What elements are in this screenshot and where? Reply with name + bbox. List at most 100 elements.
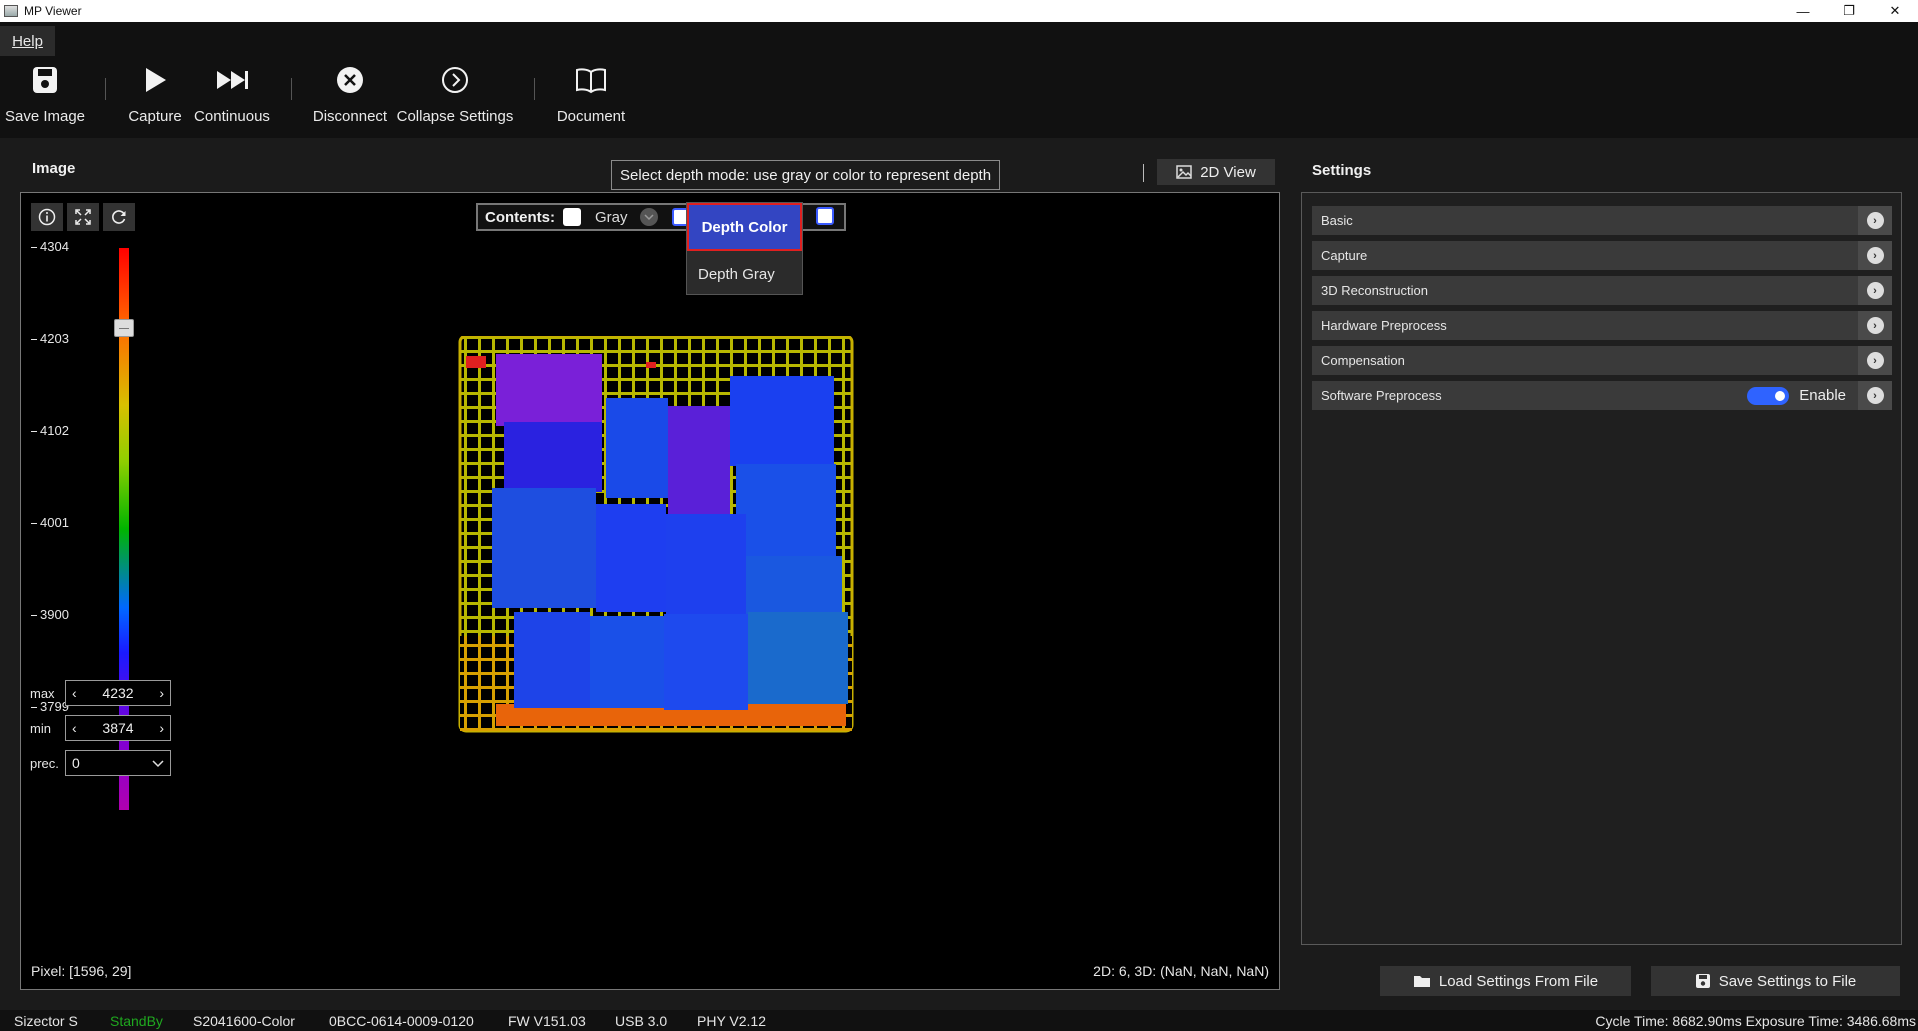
- settings-section-basic[interactable]: Basic ›: [1312, 206, 1892, 235]
- gray-label: Gray: [595, 208, 628, 226]
- image-panel[interactable]: Contents: Gray Depth Color Depth Gray 43…: [20, 192, 1280, 990]
- depth-image: [458, 336, 854, 733]
- scale-tick: 4001: [31, 515, 69, 530]
- toolbar-separator: [105, 78, 106, 100]
- scale-tick: 3900: [31, 607, 69, 622]
- contents-label: Contents:: [485, 208, 555, 226]
- load-settings-button[interactable]: Load Settings From File: [1380, 966, 1631, 996]
- image-icon: [1176, 165, 1192, 179]
- depth-mode-chevron-icon[interactable]: [816, 207, 834, 225]
- info-icon[interactable]: [31, 203, 63, 231]
- status-camera: Sizector S: [14, 1013, 78, 1029]
- chevron-down-icon: [152, 755, 164, 771]
- scale-tick: 4102: [31, 423, 69, 438]
- save-image-label: Save Image: [4, 108, 86, 125]
- coord-info: 2D: 6, 3D: (NaN, NaN, NaN): [1093, 963, 1269, 979]
- image-panel-title: Image: [32, 160, 76, 177]
- scale-tick: 4203: [31, 331, 69, 346]
- expand-icon[interactable]: ›: [1858, 276, 1892, 305]
- disconnect-label: Disconnect: [312, 108, 388, 125]
- toolbar-separator: [534, 78, 535, 100]
- save-image-button[interactable]: Save Image: [4, 56, 86, 138]
- settings-section-label: Hardware Preprocess: [1321, 318, 1447, 333]
- expand-icon[interactable]: ›: [1858, 241, 1892, 270]
- settings-section-compensation[interactable]: Compensation ›: [1312, 346, 1892, 375]
- enable-toggle[interactable]: [1747, 386, 1790, 405]
- gray-chevron-down-icon[interactable]: [639, 208, 658, 226]
- settings-title: Settings: [1312, 162, 1372, 179]
- settings-section-label: Basic: [1321, 213, 1353, 228]
- book-icon: [575, 56, 607, 104]
- settings-section-software-preprocess[interactable]: Software Preprocess Enable ›: [1312, 381, 1892, 410]
- status-fw: FW V151.03: [508, 1013, 586, 1029]
- save-icon: [31, 56, 59, 104]
- chevron-right-circle-icon: [441, 56, 469, 104]
- continuous-button[interactable]: Continuous: [193, 56, 271, 138]
- capture-button[interactable]: Capture: [126, 56, 184, 138]
- header-separator: [1143, 164, 1144, 182]
- expand-icon[interactable]: ›: [1858, 346, 1892, 375]
- enable-label: Enable: [1799, 387, 1846, 404]
- settings-section-label: Software Preprocess: [1321, 388, 1442, 403]
- refresh-icon[interactable]: [103, 203, 135, 231]
- dropdown-option-depth-gray[interactable]: Depth Gray: [687, 253, 802, 295]
- expand-icon[interactable]: ›: [1858, 311, 1892, 340]
- document-label: Document: [556, 108, 626, 125]
- settings-section-label: Compensation: [1321, 353, 1405, 368]
- collapse-settings-label: Collapse Settings: [396, 108, 514, 125]
- expand-icon[interactable]: ›: [1858, 381, 1892, 410]
- title-bar: MP Viewer — ❐ ✕: [0, 0, 1918, 22]
- document-button[interactable]: Document: [555, 56, 627, 138]
- continuous-label: Continuous: [194, 108, 270, 125]
- folder-icon: [1413, 976, 1430, 987]
- play-icon: [142, 56, 168, 104]
- image-tools: [31, 203, 135, 231]
- status-timing: Cycle Time: 8682.90ms Exposure Time: 348…: [1595, 1013, 1916, 1029]
- settings-section-label: Capture: [1321, 248, 1368, 263]
- view-2d-button[interactable]: 2D View: [1157, 159, 1275, 185]
- settings-section-capture[interactable]: Capture ›: [1312, 241, 1892, 270]
- expand-icon[interactable]: ›: [1858, 206, 1892, 235]
- status-bar: Sizector S StandBy S2041600-Color 0BCC-0…: [0, 1010, 1918, 1031]
- menu-bar: Help: [0, 22, 1918, 56]
- precision-label: prec.: [30, 756, 59, 771]
- view-2d-label: 2D View: [1200, 163, 1256, 181]
- window-title: MP Viewer: [24, 4, 82, 18]
- minimize-button[interactable]: —: [1780, 0, 1826, 22]
- dropdown-option-depth-color[interactable]: Depth Color: [687, 203, 802, 251]
- min-spinbox[interactable]: ‹ 3874 ›: [65, 715, 171, 741]
- disconnect-button[interactable]: Disconnect: [312, 56, 388, 138]
- pixel-info: Pixel: [1596, 29]: [31, 963, 132, 979]
- status-id: 0BCC-0614-0009-0120: [329, 1013, 474, 1029]
- restore-button[interactable]: ❐: [1826, 0, 1872, 22]
- max-spinbox[interactable]: ‹ 4232 ›: [65, 680, 171, 706]
- increment-icon[interactable]: ›: [159, 685, 164, 701]
- disconnect-icon: [336, 56, 364, 104]
- status-usb: USB 3.0: [615, 1013, 668, 1029]
- settings-section-3d-reconstruction[interactable]: 3D Reconstruction ›: [1312, 276, 1892, 305]
- min-value: 3874: [102, 720, 134, 736]
- app-icon: [4, 5, 18, 17]
- max-value: 4232: [102, 685, 134, 701]
- collapse-settings-button[interactable]: Collapse Settings: [396, 56, 514, 138]
- depth-mode-dropdown[interactable]: Depth Color Depth Gray: [686, 202, 803, 295]
- max-range-handle[interactable]: [114, 319, 134, 337]
- fit-to-window-icon[interactable]: [67, 203, 99, 231]
- capture-label: Capture: [128, 108, 182, 125]
- status-state: StandBy: [110, 1013, 163, 1029]
- settings-section-hardware-preprocess[interactable]: Hardware Preprocess ›: [1312, 311, 1892, 340]
- gray-checkbox[interactable]: [563, 208, 581, 226]
- save-settings-button[interactable]: Save Settings to File: [1651, 966, 1900, 996]
- decrement-icon[interactable]: ‹: [72, 720, 77, 736]
- status-phy: PHY V2.12: [697, 1013, 767, 1029]
- decrement-icon[interactable]: ‹: [72, 685, 77, 701]
- menu-help[interactable]: Help: [0, 26, 55, 56]
- precision-value: 0: [72, 755, 80, 771]
- increment-icon[interactable]: ›: [159, 720, 164, 736]
- toolbar-separator: [291, 78, 292, 100]
- scale-tick: 3799: [31, 699, 69, 714]
- scale-tick: 4304: [31, 239, 69, 254]
- close-button[interactable]: ✕: [1872, 0, 1918, 22]
- save-settings-label: Save Settings to File: [1718, 972, 1857, 990]
- precision-select[interactable]: 0: [65, 750, 171, 776]
